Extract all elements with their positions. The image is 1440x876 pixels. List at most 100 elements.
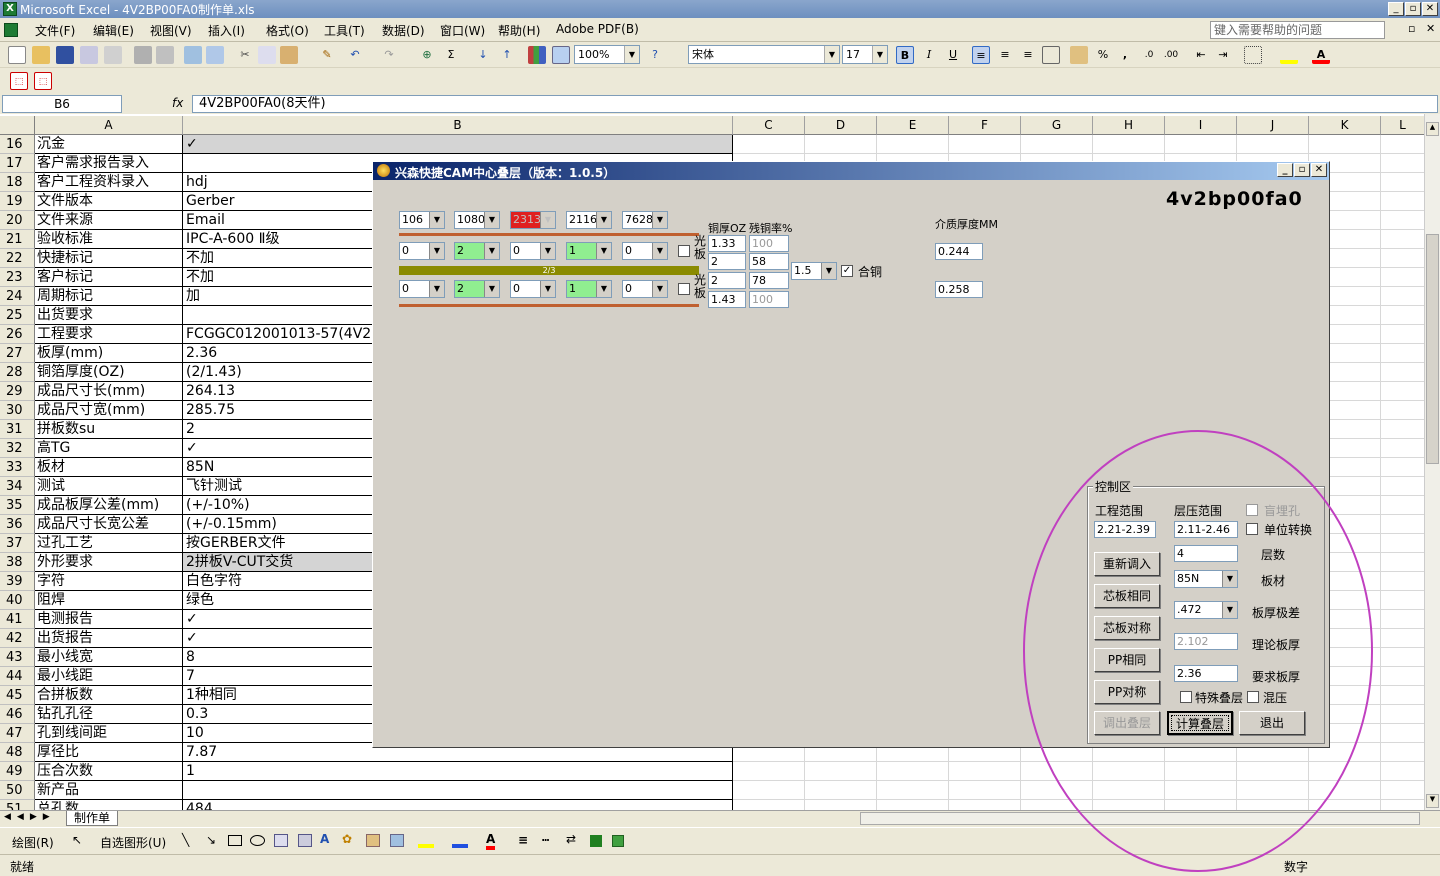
format-painter-icon[interactable]: ✎ [318,46,336,64]
underline-icon[interactable]: U [944,46,962,64]
menu-file[interactable]: 文件(F) [35,22,75,39]
sort-asc-icon[interactable]: ↓ [474,46,492,64]
column-header-B[interactable]: B [183,116,733,135]
cell-empty[interactable] [1093,781,1165,800]
pp-type-4-select[interactable]: 2116 ▼ [566,211,612,229]
arrow-style-icon[interactable]: ⇄ [566,832,576,846]
maximize-button[interactable]: ▫ [1405,2,1421,16]
cell-a[interactable]: 周期标记 [35,287,183,306]
row-header[interactable]: 17 [0,154,35,173]
textbox-icon[interactable] [274,834,288,847]
dialog-close-button[interactable]: ✕ [1311,163,1327,177]
special-stackup-checkbox[interactable] [1180,691,1192,703]
menu-tools[interactable]: 工具(T) [324,22,365,39]
hyperlink-icon[interactable]: ⊕ [418,46,436,64]
drawing-icon[interactable] [552,46,570,64]
sort-desc-icon[interactable]: ↑ [498,46,516,64]
cell-a[interactable]: 电测报告 [35,610,183,629]
cu-thickness-l4-input[interactable]: 1.43 [708,291,746,308]
cell-empty[interactable] [1165,135,1237,154]
font-select[interactable]: 宋体 ▼ [688,45,840,64]
fill-color-icon[interactable] [418,834,434,848]
cell-a[interactable]: 铜箔厚度(OZ) [35,363,183,382]
font-color-icon[interactable]: A [1312,46,1330,64]
currency-icon[interactable] [1070,46,1088,64]
new-icon[interactable] [8,46,26,64]
cell-empty[interactable] [805,800,877,810]
cell-empty[interactable] [877,781,949,800]
cell-a[interactable]: 测试 [35,477,183,496]
tolerance-select[interactable]: .472 ▼ [1174,601,1238,619]
cell-a[interactable]: 孔到线间距 [35,724,183,743]
column-header-J[interactable]: J [1237,116,1309,135]
minimize-button[interactable]: _ [1388,2,1404,16]
cell-a[interactable]: 沉金 [35,135,183,154]
cell-empty[interactable] [805,781,877,800]
row-header[interactable]: 47 [0,724,35,743]
column-header-L[interactable]: L [1381,116,1425,135]
cell-a[interactable]: 板厚(mm) [35,344,183,363]
row-header[interactable]: 44 [0,667,35,686]
core-same-button[interactable]: 芯板相同 [1094,584,1160,608]
row-header[interactable]: 37 [0,534,35,553]
cell-empty[interactable] [877,762,949,781]
doc-close-button[interactable]: ✕ [1426,22,1435,35]
row-header[interactable]: 20 [0,211,35,230]
align-center-icon[interactable]: ≡ [996,46,1014,64]
column-header-D[interactable]: D [805,116,877,135]
row-header[interactable]: 34 [0,477,35,496]
cell-empty[interactable] [949,781,1021,800]
cell-b[interactable]: 484 [183,800,733,810]
cell-empty[interactable] [1309,800,1381,810]
calc-stackup-button[interactable]: 计算叠层 [1167,711,1233,735]
font-color-icon[interactable]: A [486,832,496,850]
menu-window[interactable]: 窗口(W) [440,22,485,39]
row-header[interactable]: 39 [0,572,35,591]
cell-empty[interactable] [1237,800,1309,810]
cell-a[interactable]: 验收标准 [35,230,183,249]
cell-a[interactable]: 拼板数su [35,420,183,439]
cell-a[interactable]: 过孔工艺 [35,534,183,553]
row-header[interactable]: 38 [0,553,35,572]
merge-center-icon[interactable] [1042,46,1060,64]
pp-type-3-select[interactable]: 2313 ▼ [510,211,556,229]
cell-a[interactable]: 成品板厚公差(mm) [35,496,183,515]
row-header[interactable]: 50 [0,781,35,800]
zoom-select[interactable]: 100% ▼ [574,45,640,64]
row-header[interactable]: 24 [0,287,35,306]
cell-a[interactable]: 外形要求 [35,553,183,572]
cell-a[interactable]: 板材 [35,458,183,477]
select-all-corner[interactable] [0,116,35,135]
scroll-up-icon[interactable]: ▲ [1426,122,1439,136]
row-header[interactable]: 30 [0,401,35,420]
core-symmetric-button[interactable]: 芯板对称 [1094,616,1160,640]
press-range-input[interactable]: 2.11-2.46 [1174,521,1238,538]
row-header[interactable]: 19 [0,192,35,211]
cell-a[interactable]: 总孔数 [35,800,183,810]
cell-a[interactable]: 快捷标记 [35,249,183,268]
cell-empty[interactable] [949,800,1021,810]
layer2-pp4-select[interactable]: 1 ▼ [566,280,612,298]
cell-empty[interactable] [1093,762,1165,781]
layer1-pp4-select[interactable]: 1 ▼ [566,242,612,260]
pp-same-button[interactable]: PP相同 [1094,648,1160,672]
cell-a[interactable]: 文件版本 [35,192,183,211]
layer1-pp2-select[interactable]: 2 ▼ [454,242,500,260]
cell-a[interactable]: 客户需求报告录入 [35,154,183,173]
autoshape-menu[interactable]: 自选图形(U) [100,834,166,851]
layer2-pp5-select[interactable]: 0 ▼ [622,280,668,298]
spelling-icon[interactable] [184,46,202,64]
cell-empty[interactable] [877,135,949,154]
diagram-icon[interactable]: ✿ [342,832,352,846]
cut-icon[interactable]: ✂ [236,46,254,64]
italic-icon[interactable]: I [920,46,938,64]
cell-a[interactable]: 成品尺寸长(mm) [35,382,183,401]
row-header[interactable]: 41 [0,610,35,629]
line-icon[interactable]: ╲ [182,833,189,847]
cell-empty[interactable] [1165,781,1237,800]
cell-a[interactable]: 压合次数 [35,762,183,781]
req-thickness-input[interactable]: 2.36 [1174,665,1238,682]
redo-icon[interactable]: ↷ [380,46,398,64]
row-header[interactable]: 26 [0,325,35,344]
residual-l3-input[interactable]: 78 [749,272,789,289]
